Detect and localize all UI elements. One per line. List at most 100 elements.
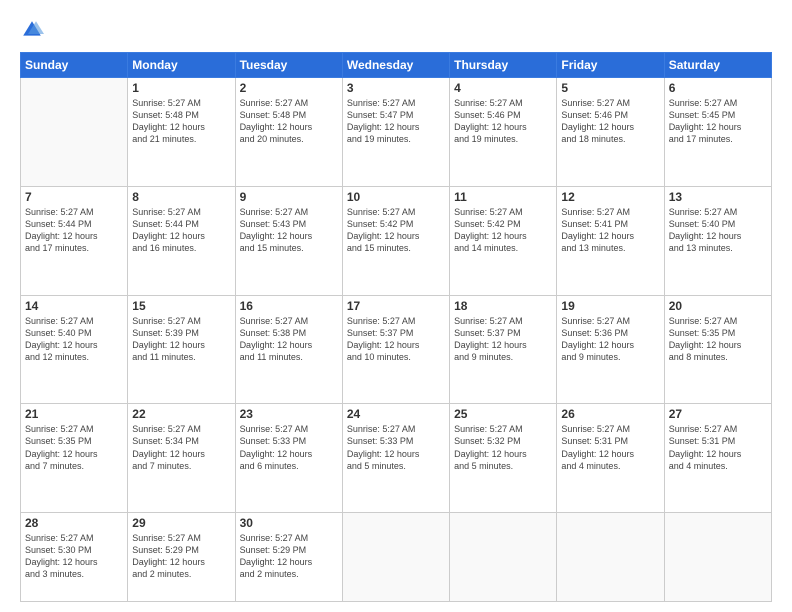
- calendar-cell: 27 Sunrise: 5:27 AM Sunset: 5:31 PM Dayli…: [664, 404, 771, 513]
- calendar-cell: 6 Sunrise: 5:27 AM Sunset: 5:45 PM Daylig…: [664, 78, 771, 187]
- calendar-cell: 12 Sunrise: 5:27 AM Sunset: 5:41 PM Dayli…: [557, 186, 664, 295]
- day-number: 22: [132, 407, 230, 421]
- day-number: 29: [132, 516, 230, 530]
- day-number: 6: [669, 81, 767, 95]
- calendar-cell: 18 Sunrise: 5:27 AM Sunset: 5:37 PM Dayli…: [450, 295, 557, 404]
- calendar-week-row: 1 Sunrise: 5:27 AM Sunset: 5:48 PM Daylig…: [21, 78, 772, 187]
- weekday-header: Friday: [557, 53, 664, 78]
- day-info: Sunrise: 5:27 AM Sunset: 5:35 PM Dayligh…: [669, 315, 767, 364]
- calendar-week-row: 14 Sunrise: 5:27 AM Sunset: 5:40 PM Dayli…: [21, 295, 772, 404]
- day-info: Sunrise: 5:27 AM Sunset: 5:33 PM Dayligh…: [240, 423, 338, 472]
- calendar-cell: 1 Sunrise: 5:27 AM Sunset: 5:48 PM Daylig…: [128, 78, 235, 187]
- day-info: Sunrise: 5:27 AM Sunset: 5:41 PM Dayligh…: [561, 206, 659, 255]
- day-number: 17: [347, 299, 445, 313]
- day-number: 14: [25, 299, 123, 313]
- day-info: Sunrise: 5:27 AM Sunset: 5:40 PM Dayligh…: [669, 206, 767, 255]
- day-number: 7: [25, 190, 123, 204]
- calendar-cell: 8 Sunrise: 5:27 AM Sunset: 5:44 PM Daylig…: [128, 186, 235, 295]
- day-info: Sunrise: 5:27 AM Sunset: 5:40 PM Dayligh…: [25, 315, 123, 364]
- day-number: 26: [561, 407, 659, 421]
- day-info: Sunrise: 5:27 AM Sunset: 5:38 PM Dayligh…: [240, 315, 338, 364]
- day-number: 23: [240, 407, 338, 421]
- header-row: SundayMondayTuesdayWednesdayThursdayFrid…: [21, 53, 772, 78]
- day-number: 18: [454, 299, 552, 313]
- day-info: Sunrise: 5:27 AM Sunset: 5:30 PM Dayligh…: [25, 532, 123, 581]
- calendar-cell: 10 Sunrise: 5:27 AM Sunset: 5:42 PM Dayli…: [342, 186, 449, 295]
- day-number: 3: [347, 81, 445, 95]
- day-info: Sunrise: 5:27 AM Sunset: 5:46 PM Dayligh…: [561, 97, 659, 146]
- day-number: 28: [25, 516, 123, 530]
- calendar-cell: 19Sunrise: 5:27 AM Sunset: 5:36 PM Dayli…: [557, 295, 664, 404]
- day-info: Sunrise: 5:27 AM Sunset: 5:37 PM Dayligh…: [347, 315, 445, 364]
- day-info: Sunrise: 5:27 AM Sunset: 5:29 PM Dayligh…: [132, 532, 230, 581]
- weekday-header: Monday: [128, 53, 235, 78]
- calendar-table: SundayMondayTuesdayWednesdayThursdayFrid…: [20, 52, 772, 602]
- header: [20, 18, 772, 42]
- calendar-cell: [342, 513, 449, 602]
- day-number: 15: [132, 299, 230, 313]
- day-info: Sunrise: 5:27 AM Sunset: 5:45 PM Dayligh…: [669, 97, 767, 146]
- day-info: Sunrise: 5:27 AM Sunset: 5:32 PM Dayligh…: [454, 423, 552, 472]
- day-number: 13: [669, 190, 767, 204]
- day-number: 8: [132, 190, 230, 204]
- calendar-cell: [21, 78, 128, 187]
- weekday-header: Thursday: [450, 53, 557, 78]
- calendar-cell: 26 Sunrise: 5:27 AM Sunset: 5:31 PM Dayli…: [557, 404, 664, 513]
- day-info: Sunrise: 5:27 AM Sunset: 5:48 PM Dayligh…: [240, 97, 338, 146]
- calendar-cell: 11Sunrise: 5:27 AM Sunset: 5:42 PM Dayli…: [450, 186, 557, 295]
- calendar-cell: [450, 513, 557, 602]
- calendar-cell: 29 Sunrise: 5:27 AM Sunset: 5:29 PM Dayli…: [128, 513, 235, 602]
- day-info: Sunrise: 5:27 AM Sunset: 5:43 PM Dayligh…: [240, 206, 338, 255]
- day-number: 2: [240, 81, 338, 95]
- day-number: 21: [25, 407, 123, 421]
- calendar-cell: 15Sunrise: 5:27 AM Sunset: 5:39 PM Dayli…: [128, 295, 235, 404]
- day-info: Sunrise: 5:27 AM Sunset: 5:48 PM Dayligh…: [132, 97, 230, 146]
- weekday-header: Tuesday: [235, 53, 342, 78]
- day-info: Sunrise: 5:27 AM Sunset: 5:46 PM Dayligh…: [454, 97, 552, 146]
- calendar-cell: 14 Sunrise: 5:27 AM Sunset: 5:40 PM Dayli…: [21, 295, 128, 404]
- calendar-cell: 5 Sunrise: 5:27 AM Sunset: 5:46 PM Daylig…: [557, 78, 664, 187]
- day-info: Sunrise: 5:27 AM Sunset: 5:35 PM Dayligh…: [25, 423, 123, 472]
- logo: [20, 18, 48, 42]
- calendar-cell: [664, 513, 771, 602]
- calendar-cell: 4 Sunrise: 5:27 AM Sunset: 5:46 PM Daylig…: [450, 78, 557, 187]
- calendar-cell: 7Sunrise: 5:27 AM Sunset: 5:44 PM Daylig…: [21, 186, 128, 295]
- day-number: 19: [561, 299, 659, 313]
- calendar-cell: 23 Sunrise: 5:27 AM Sunset: 5:33 PM Dayli…: [235, 404, 342, 513]
- page: SundayMondayTuesdayWednesdayThursdayFrid…: [0, 0, 792, 612]
- day-number: 25: [454, 407, 552, 421]
- day-info: Sunrise: 5:27 AM Sunset: 5:31 PM Dayligh…: [669, 423, 767, 472]
- day-number: 4: [454, 81, 552, 95]
- day-number: 12: [561, 190, 659, 204]
- day-number: 11: [454, 190, 552, 204]
- day-number: 10: [347, 190, 445, 204]
- day-info: Sunrise: 5:27 AM Sunset: 5:29 PM Dayligh…: [240, 532, 338, 581]
- calendar-cell: 22Sunrise: 5:27 AM Sunset: 5:34 PM Dayli…: [128, 404, 235, 513]
- day-number: 1: [132, 81, 230, 95]
- day-info: Sunrise: 5:27 AM Sunset: 5:33 PM Dayligh…: [347, 423, 445, 472]
- day-info: Sunrise: 5:27 AM Sunset: 5:31 PM Dayligh…: [561, 423, 659, 472]
- calendar-week-row: 7 Sunrise: 5:27 AM Sunset: 5:44 PM Daylig…: [21, 186, 772, 295]
- calendar-cell: 3Sunrise: 5:27 AM Sunset: 5:47 PM Daylig…: [342, 78, 449, 187]
- day-info: Sunrise: 5:27 AM Sunset: 5:42 PM Dayligh…: [347, 206, 445, 255]
- weekday-header: Wednesday: [342, 53, 449, 78]
- calendar-cell: 13 Sunrise: 5:27 AM Sunset: 5:40 PM Dayli…: [664, 186, 771, 295]
- calendar-cell: 24 Sunrise: 5:27 AM Sunset: 5:33 PM Dayli…: [342, 404, 449, 513]
- calendar-cell: 25 Sunrise: 5:27 AM Sunset: 5:32 PM Dayli…: [450, 404, 557, 513]
- calendar-body: 1 Sunrise: 5:27 AM Sunset: 5:48 PM Daylig…: [21, 78, 772, 602]
- calendar-header: SundayMondayTuesdayWednesdayThursdayFrid…: [21, 53, 772, 78]
- calendar-cell: [557, 513, 664, 602]
- day-number: 30: [240, 516, 338, 530]
- day-info: Sunrise: 5:27 AM Sunset: 5:44 PM Dayligh…: [132, 206, 230, 255]
- day-number: 24: [347, 407, 445, 421]
- day-number: 5: [561, 81, 659, 95]
- weekday-header: Saturday: [664, 53, 771, 78]
- calendar-cell: 21 Sunrise: 5:27 AM Sunset: 5:35 PM Dayli…: [21, 404, 128, 513]
- calendar-cell: 9 Sunrise: 5:27 AM Sunset: 5:43 PM Daylig…: [235, 186, 342, 295]
- day-info: Sunrise: 5:27 AM Sunset: 5:37 PM Dayligh…: [454, 315, 552, 364]
- calendar-cell: 28 Sunrise: 5:27 AM Sunset: 5:30 PM Dayli…: [21, 513, 128, 602]
- day-number: 9: [240, 190, 338, 204]
- calendar-week-row: 28 Sunrise: 5:27 AM Sunset: 5:30 PM Dayli…: [21, 513, 772, 602]
- day-number: 27: [669, 407, 767, 421]
- weekday-header: Sunday: [21, 53, 128, 78]
